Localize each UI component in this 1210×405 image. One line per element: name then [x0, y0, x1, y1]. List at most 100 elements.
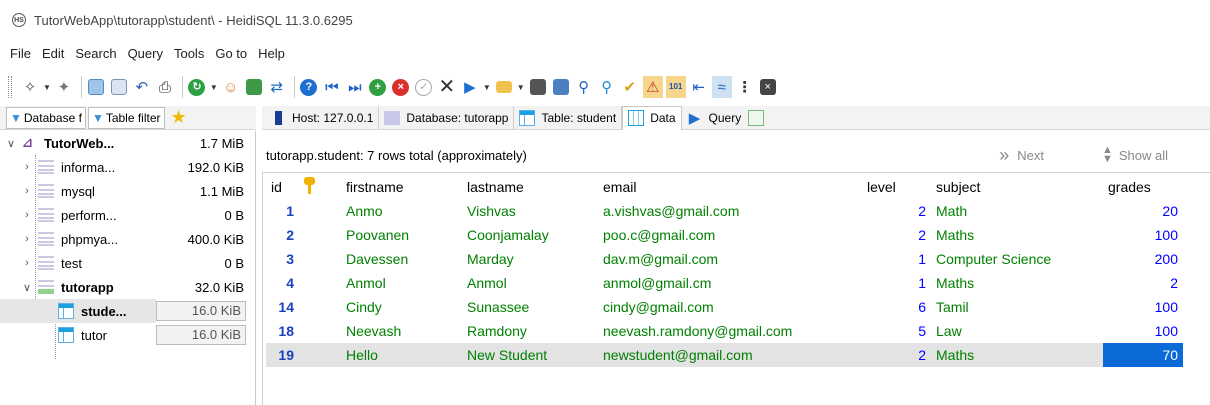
cell-subject[interactable]: Maths — [931, 271, 1103, 295]
cell-subject[interactable]: Tamil — [931, 295, 1103, 319]
collapse-chevron-icon[interactable]: ∨ — [4, 137, 18, 150]
table-row[interactable]: 2 Poovanen Coonjamalay poo.c@gmail.com 2… — [266, 223, 1183, 247]
tree-db-test[interactable]: › test 0 B — [0, 251, 252, 275]
tree-table-student[interactable]: stude... — [0, 299, 156, 323]
favorites-star-icon[interactable]: ★ — [171, 107, 187, 128]
column-header-firstname[interactable]: firstname — [341, 175, 462, 199]
insert-record-icon[interactable]: + — [368, 76, 388, 98]
cell-email[interactable]: anmol@gmail.cm — [598, 271, 862, 295]
auto-refresh-icon[interactable]: ≈ — [711, 76, 732, 98]
cell-subject[interactable]: Math — [931, 199, 1103, 223]
cell-subject[interactable]: Computer Science — [931, 247, 1103, 271]
tab-database[interactable]: Database: tutorapp — [379, 105, 515, 130]
menu-search[interactable]: Search — [75, 46, 116, 61]
expand-chevron-icon[interactable]: › — [20, 233, 34, 245]
expand-chevron-icon[interactable]: › — [20, 209, 34, 221]
cell-email[interactable]: dav.m@gmail.com — [598, 247, 862, 271]
execute-dropdown-icon[interactable]: ▼ — [483, 83, 491, 92]
column-header-key[interactable] — [299, 175, 341, 199]
cell-firstname[interactable]: Cindy — [341, 295, 462, 319]
next-button[interactable]: » Next — [999, 145, 1044, 166]
table-row-selected[interactable]: 19 Hello New Student newstudent@gmail.co… — [266, 343, 1183, 367]
tree-db-mysql[interactable]: › mysql 1.1 MiB — [0, 179, 252, 203]
cell-lastname[interactable]: Coonjamalay — [462, 223, 598, 247]
new-query-tab-icon[interactable] — [748, 109, 765, 126]
column-header-level[interactable]: level — [862, 175, 931, 199]
cell-email[interactable]: cindy@gmail.com — [598, 295, 862, 319]
cancel-edit-icon[interactable]: ✕ — [437, 76, 457, 98]
cell-level[interactable]: 1 — [862, 271, 931, 295]
save-icon[interactable] — [528, 76, 548, 98]
table-row[interactable]: 3 Davessen Marday dav.m@gmail.com 1 Comp… — [266, 247, 1183, 271]
cell-level[interactable]: 6 — [862, 295, 931, 319]
data-grid[interactable]: id firstname lastname email level subjec… — [262, 172, 1210, 405]
expand-chevron-icon[interactable]: › — [20, 161, 34, 173]
cell-level[interactable]: 2 — [862, 199, 931, 223]
table-row[interactable]: 1 Anmo Vishvas a.vishvas@gmail.com 2 Mat… — [266, 199, 1183, 223]
cell-subject[interactable]: Maths — [931, 343, 1103, 367]
tab-host[interactable]: Host: 127.0.0.1 — [262, 105, 380, 130]
menu-query[interactable]: Query — [128, 46, 163, 61]
cell-grades[interactable]: 2 — [1103, 271, 1183, 295]
print-icon[interactable]: ⎙ — [155, 76, 175, 98]
binary-mode-icon[interactable]: 101 — [665, 76, 686, 98]
column-header-grades[interactable]: grades — [1103, 175, 1183, 199]
tab-query[interactable]: ▶ Query — [682, 106, 747, 130]
cell-firstname[interactable]: Davessen — [341, 247, 462, 271]
menu-file[interactable]: File — [10, 46, 31, 61]
cell-lastname[interactable]: Ramdony — [462, 319, 598, 343]
menu-goto[interactable]: Go to — [215, 46, 247, 61]
cell-firstname[interactable]: Neevash — [341, 319, 462, 343]
tree-db-phpmyadmin[interactable]: › phpmya... 400.0 KiB — [0, 227, 252, 251]
cell-grades[interactable]: 100 — [1103, 319, 1183, 343]
open-dropdown-icon[interactable]: ▼ — [517, 83, 525, 92]
replace-icon[interactable]: ⚲ — [597, 76, 617, 98]
collapse-chevron-icon[interactable]: ∨ — [20, 281, 34, 294]
table-filter-tab[interactable]: ▼ Table filter — [87, 106, 165, 129]
tree-root-session[interactable]: ∨ ⊿ TutorWeb... 1.7 MiB — [0, 131, 252, 155]
cell-id[interactable]: 14 — [266, 295, 299, 319]
cell-id[interactable]: 1 — [266, 199, 299, 223]
cell-grades-focused[interactable]: 70 — [1103, 343, 1183, 367]
open-file-icon[interactable] — [494, 76, 514, 98]
clear-icon[interactable]: ✔ — [620, 76, 640, 98]
table-row[interactable]: 14 Cindy Sunassee cindy@gmail.com 6 Tami… — [266, 295, 1183, 319]
undo-icon[interactable]: ↶ — [132, 76, 152, 98]
connect-plug-icon[interactable]: ✧ — [20, 76, 40, 98]
maintenance-icon[interactable] — [244, 76, 264, 98]
table-row[interactable]: 18 Neevash Ramdony neevash.ramdony@gmail… — [266, 319, 1183, 343]
cell-grades[interactable]: 100 — [1103, 295, 1183, 319]
column-header-id[interactable]: id — [266, 175, 299, 199]
tree-table-tutor[interactable]: tutor — [0, 323, 156, 347]
cell-subject[interactable]: Law — [931, 319, 1103, 343]
expand-chevron-icon[interactable]: › — [20, 185, 34, 197]
table-row[interactable]: 4 Anmol Anmol anmol@gmail.cm 1 Maths 2 — [266, 271, 1183, 295]
export-icon[interactable]: ⇄ — [267, 76, 287, 98]
post-record-icon[interactable]: ✓ — [414, 76, 434, 98]
cell-level[interactable]: 1 — [862, 247, 931, 271]
cell-level[interactable]: 2 — [862, 223, 931, 247]
menu-tools[interactable]: Tools — [174, 46, 204, 61]
stop-icon[interactable]: ⋮ — [735, 76, 755, 98]
delete-record-icon[interactable]: × — [391, 76, 411, 98]
cell-lastname[interactable]: Marday — [462, 247, 598, 271]
tree-db-tutorapp[interactable]: ∨ tutorapp 32.0 KiB — [0, 275, 252, 299]
refresh-dropdown-icon[interactable]: ▼ — [210, 83, 218, 92]
paste-icon[interactable] — [109, 76, 129, 98]
close-tab-icon[interactable]: × — [758, 76, 778, 98]
copy-icon[interactable] — [86, 76, 106, 98]
refresh-icon[interactable]: ↻ — [187, 76, 207, 98]
cell-id[interactable]: 3 — [266, 247, 299, 271]
column-header-email[interactable]: email — [598, 175, 862, 199]
cell-grades[interactable]: 200 — [1103, 247, 1183, 271]
cell-grades[interactable]: 100 — [1103, 223, 1183, 247]
cell-email[interactable]: a.vishvas@gmail.com — [598, 199, 862, 223]
cell-id[interactable]: 4 — [266, 271, 299, 295]
cell-firstname[interactable]: Anmo — [341, 199, 462, 223]
menu-help[interactable]: Help — [258, 46, 285, 61]
cell-firstname[interactable]: Hello — [341, 343, 462, 367]
first-record-icon[interactable]: ⏮ — [322, 76, 342, 98]
cell-lastname[interactable]: Vishvas — [462, 199, 598, 223]
warnings-icon[interactable]: ⚠ — [642, 76, 663, 98]
connect-dropdown-icon[interactable]: ▼ — [43, 83, 51, 92]
